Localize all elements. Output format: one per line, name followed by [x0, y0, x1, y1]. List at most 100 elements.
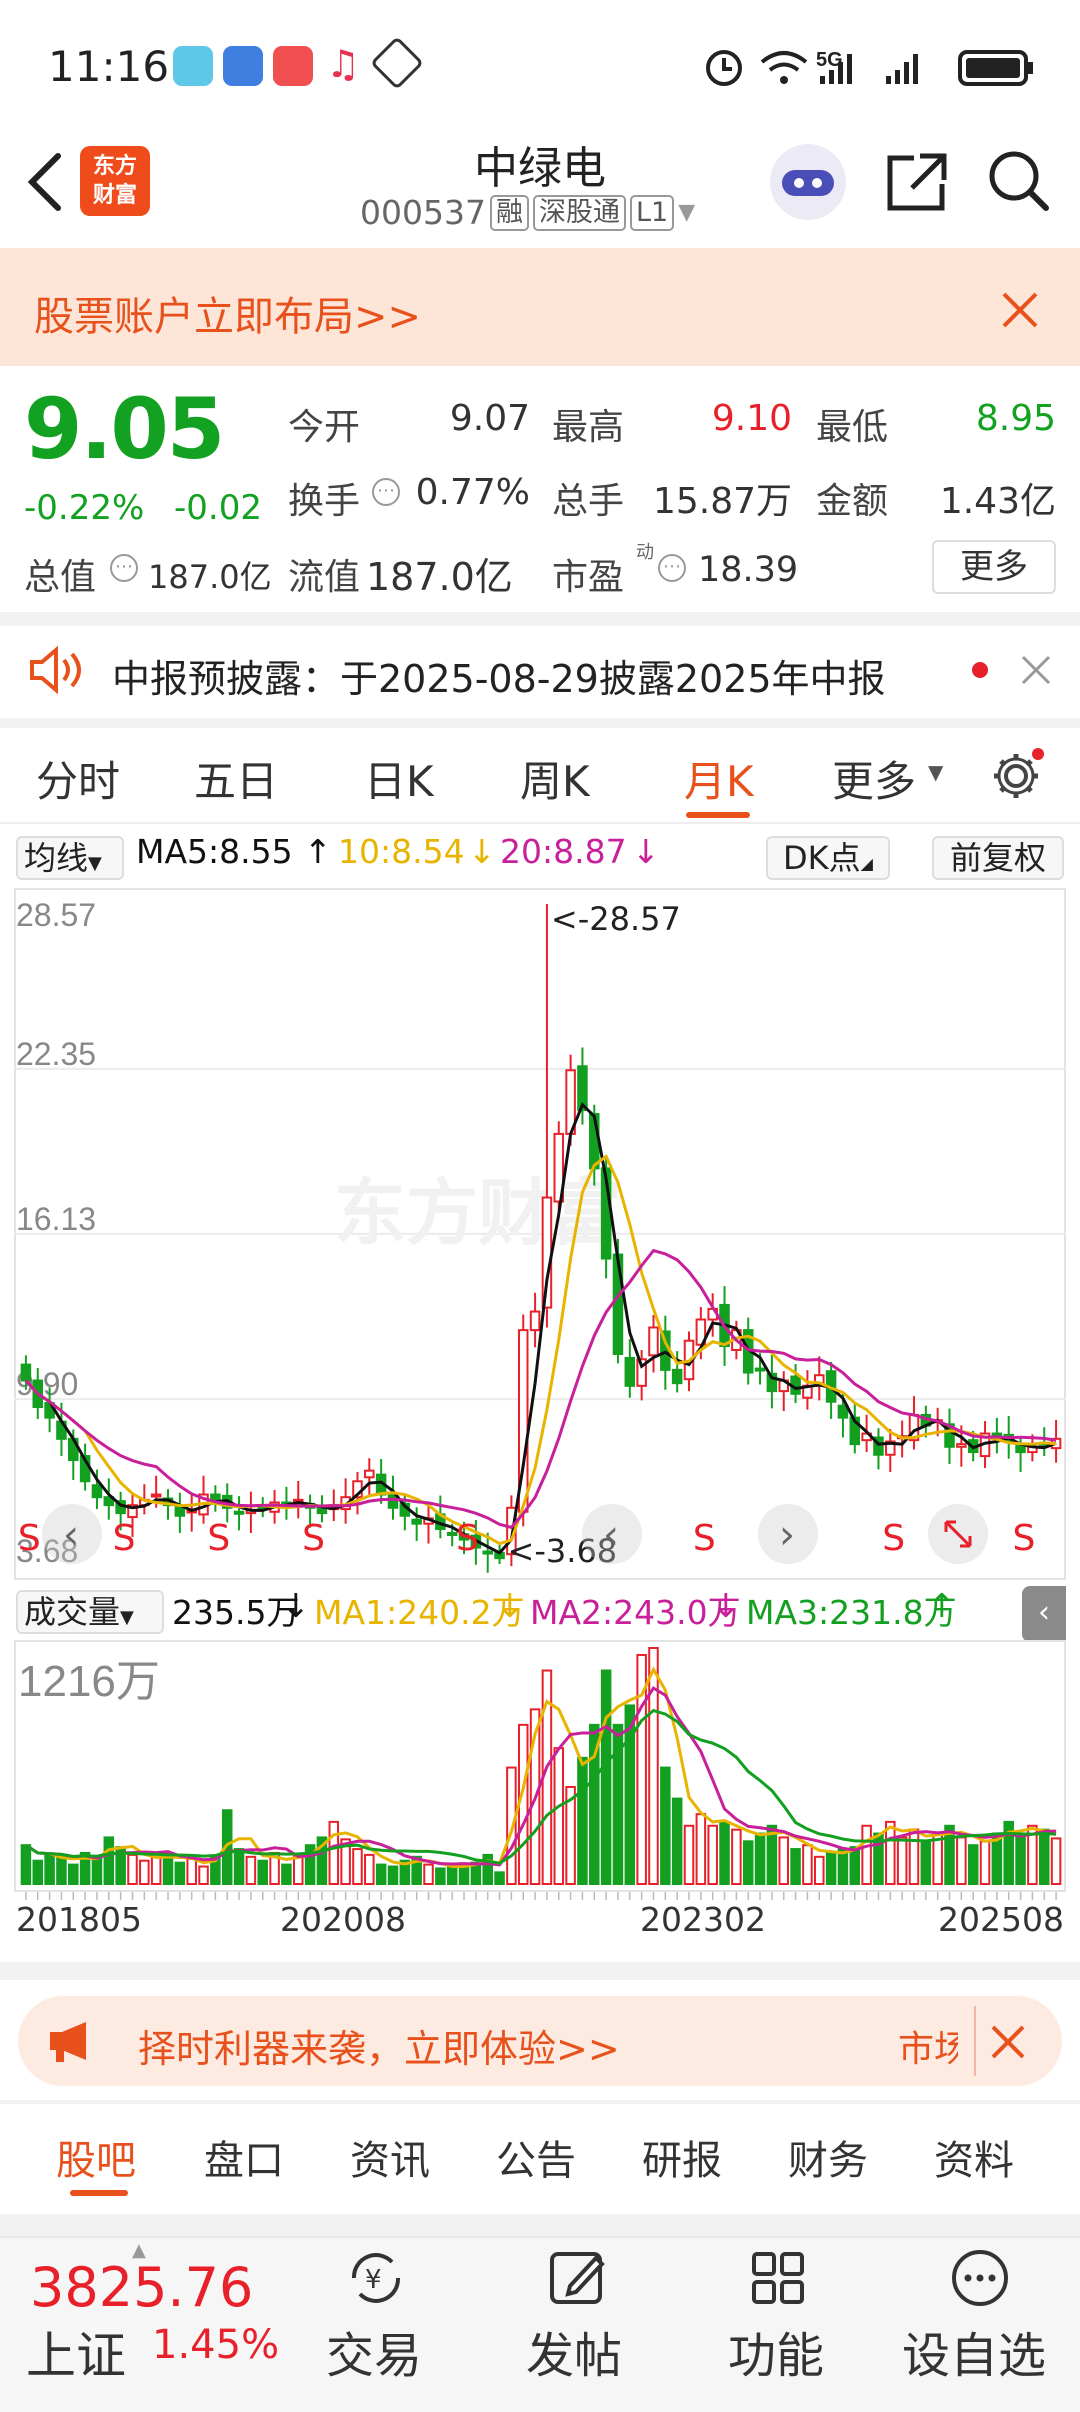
volume-bar [861, 1824, 872, 1886]
vol-ma3: MA3:231.8万 [746, 1593, 957, 1632]
info-icon[interactable]: ⋯ [658, 554, 686, 582]
tab-pankou[interactable]: 盘口 [204, 2128, 284, 2186]
close-icon[interactable] [1020, 654, 1052, 686]
open-value: 9.07 [449, 398, 530, 439]
volume-bar [790, 1848, 801, 1886]
index-name[interactable]: 上证 [26, 2316, 126, 2388]
tab-news[interactable]: 资讯 [350, 2128, 430, 2186]
candle-body [233, 1510, 245, 1515]
close-icon[interactable] [990, 2024, 1026, 2060]
tab-research[interactable]: 研报 [642, 2128, 722, 2186]
pe-value: 18.39 [698, 550, 799, 590]
divider [0, 2100, 1080, 2104]
sell-signal: S [302, 1518, 325, 1559]
ma10-value: 10:8.54 [338, 832, 465, 871]
y-tick-label: 28.57 [16, 897, 96, 933]
volume-bar [885, 1820, 896, 1885]
tab-intraday[interactable]: 分时 [36, 748, 120, 809]
volume-bar [281, 1863, 292, 1885]
functions-icon[interactable] [748, 2248, 808, 2308]
more-quote-button[interactable]: 更多 [932, 540, 1056, 594]
robot-assistant-icon[interactable] [770, 144, 846, 220]
volume-bar [56, 1855, 67, 1886]
trade-icon[interactable]: ¥ [344, 2248, 408, 2308]
dk-point-button[interactable]: DK点◢ [766, 836, 890, 880]
volume-bar [328, 1820, 340, 1885]
volume-bar [174, 1861, 186, 1886]
tab-five-day[interactable]: 五日 [194, 748, 278, 809]
info-icon[interactable]: ⋯ [372, 478, 400, 506]
ma20-value: 20:8.87 [500, 832, 627, 871]
volume-bar [825, 1851, 837, 1886]
y-tick-label: 22.35 [16, 1036, 96, 1072]
tab-weekly-k[interactable]: 周K [520, 748, 590, 809]
candle-body [671, 1368, 683, 1385]
post-icon[interactable] [548, 2248, 608, 2308]
chevron-down-icon: ▼ [678, 200, 696, 225]
index-value[interactable]: 3825.76 [30, 2256, 253, 2319]
ma10-arrow: ↓ [468, 832, 496, 871]
sell-signal: S [1013, 1518, 1036, 1559]
tab-monthly-k[interactable]: 月K [684, 748, 754, 809]
collapse-panel-button[interactable]: ‹ [1022, 1586, 1066, 1642]
volume-value: 15.87万 [652, 481, 792, 522]
search-icon[interactable] [986, 148, 1052, 214]
volume-bar [778, 1836, 790, 1885]
volume-bar [754, 1832, 766, 1885]
volume-arrow: ↓ [282, 1586, 310, 1625]
hand-icon [370, 36, 424, 90]
volume-bar [233, 1848, 245, 1886]
speaker-icon [30, 646, 81, 694]
kline-chart[interactable]: 28.5722.3516.139.903.68东方财富<-28.57<-3.68… [14, 888, 1066, 1580]
x-tick-label: 202508 [938, 1900, 1064, 1939]
volume-indicator-select[interactable]: 成交量▼ [16, 1590, 164, 1634]
tab-profile[interactable]: 资料 [934, 2128, 1014, 2186]
ma5-arrow: ↑ [304, 832, 332, 871]
divider [0, 2214, 1080, 2236]
timing-promo-text[interactable]: 择时利器来袭，立即体验>> [138, 2018, 620, 2073]
pe-sup: 动 [636, 542, 654, 563]
unread-dot [972, 662, 988, 678]
more-dots-icon[interactable] [950, 2248, 1010, 2308]
reader-app-icon [173, 46, 213, 86]
gear-icon[interactable] [990, 748, 1046, 804]
amount-value: 1.43亿 [939, 481, 1056, 522]
notice-text[interactable]: 中报预披露：于2025-08-29披露2025年中报 [112, 648, 886, 703]
volume-bar [967, 1844, 979, 1885]
post-button[interactable]: 发帖 [526, 2316, 622, 2386]
volume-bar [660, 1766, 671, 1885]
adjust-mode-button[interactable]: 前复权 [932, 836, 1064, 880]
info-icon[interactable]: ⋯ [110, 554, 138, 582]
close-icon[interactable] [1000, 290, 1040, 330]
volume-bar [186, 1857, 197, 1885]
tab-guba[interactable]: 股吧 [56, 2128, 136, 2186]
promo-text[interactable]: 股票账户立即布局>> [34, 284, 421, 342]
candle-body [364, 1469, 375, 1479]
tab-daily-k[interactable]: 日K [364, 748, 434, 809]
volume-bar [375, 1863, 387, 1885]
stock-meta[interactable]: 000537 融 深股通 L1 ▼ [360, 193, 695, 232]
indicator-select[interactable]: 均线▼ [16, 836, 124, 880]
candle-body [411, 1518, 422, 1525]
volume-bar [352, 1848, 363, 1886]
app-icon [223, 46, 263, 86]
tab-more[interactable]: 更多 [832, 748, 916, 809]
trade-button[interactable]: 交易 [326, 2316, 422, 2386]
volume-bar [731, 1828, 742, 1886]
tab-announcements[interactable]: 公告 [496, 2128, 576, 2186]
active-tab-indicator [686, 812, 750, 818]
candle-body [1015, 1444, 1026, 1454]
volume-bar [139, 1859, 150, 1885]
tab-finance[interactable]: 财务 [788, 2128, 868, 2186]
functions-button[interactable]: 功能 [728, 2316, 824, 2386]
volume-bar [577, 1756, 588, 1885]
connect-tag: 深股通 [532, 194, 626, 231]
share-icon[interactable] [884, 150, 950, 214]
volume-bar [150, 1855, 162, 1886]
volume-bar [44, 1853, 55, 1885]
sell-signal: S [18, 1518, 41, 1559]
margin-tag: 融 [489, 194, 529, 231]
turnover-value: 0.77% [415, 472, 530, 513]
chevron-icon: ‹ [603, 1512, 619, 1558]
add-watchlist-button[interactable]: 设自选 [902, 2316, 1046, 2386]
